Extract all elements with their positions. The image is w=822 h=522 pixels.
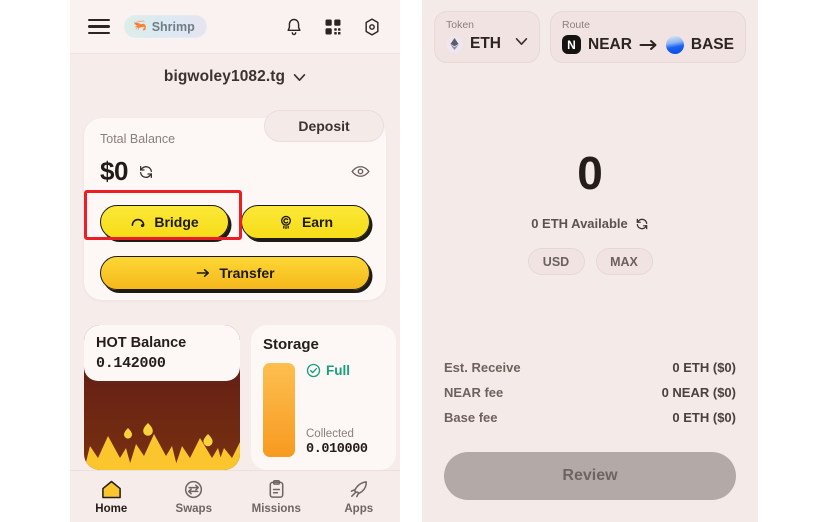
nav-label-apps: Apps	[344, 502, 374, 515]
storage-title: Storage	[263, 336, 319, 353]
nav-item-home[interactable]: Home	[70, 479, 153, 515]
usd-toggle-button[interactable]: USD	[527, 248, 585, 275]
fee-key: Est. Receive	[444, 360, 521, 375]
chevron-down-icon	[515, 37, 528, 46]
ethereum-icon	[446, 35, 463, 53]
available-balance-text: 0 ETH Available	[531, 216, 628, 231]
hot-balance-card[interactable]: HOT Balance 0.142000	[84, 325, 240, 470]
fee-value: 0 ETH ($0)	[672, 360, 736, 375]
amount-entry-zone: 0 0 ETH Available USD MAX	[422, 150, 758, 275]
coin-icon	[280, 215, 291, 230]
arrow-right-icon	[639, 39, 657, 50]
bottom-navigation: Home Swaps Missions Apps	[70, 470, 400, 522]
earn-button[interactable]: Earn	[241, 205, 370, 239]
route-selector[interactable]: Route N NEAR BASE	[550, 11, 746, 63]
review-button[interactable]: Review	[444, 452, 736, 500]
storage-details: Full Collected 0.010000	[306, 363, 384, 457]
route-from-value: NEAR	[588, 35, 632, 53]
base-icon	[665, 35, 684, 54]
storage-body: Full Collected 0.010000	[263, 363, 384, 457]
route-selector-label: Route	[562, 19, 591, 31]
rank-badge[interactable]: 🦐 Shrimp	[124, 15, 207, 38]
max-button-label: MAX	[610, 254, 638, 269]
fee-key: Base fee	[444, 410, 498, 425]
rank-badge-label: Shrimp	[151, 19, 195, 34]
bridge-arc-icon	[131, 218, 145, 228]
token-selector-label: Token	[446, 19, 475, 31]
fee-row: Est. Receive 0 ETH ($0)	[444, 355, 736, 380]
total-balance-card: Total Balance $0 Bridge Earn Transfer	[84, 118, 386, 300]
fee-summary: Est. Receive 0 ETH ($0) NEAR fee 0 NEAR …	[444, 355, 736, 430]
storage-status: Full	[306, 363, 384, 378]
wallet-home-panel: 🦐 Shrimp bigwoley1082.tg Deposit Total B…	[70, 0, 400, 522]
bridge-button-label: Bridge	[154, 214, 199, 230]
amount-toggle-row: USD MAX	[527, 248, 653, 275]
route-to-value: BASE	[690, 35, 734, 53]
bridge-panel: Token ETH Route N NEAR BASE 0 0 ETH Avai…	[422, 0, 758, 522]
fee-value: 0 NEAR ($0)	[661, 385, 736, 400]
selector-row: Token ETH Route N NEAR BASE	[422, 0, 758, 63]
max-button[interactable]: MAX	[595, 248, 653, 275]
nav-item-swaps[interactable]: Swaps	[153, 479, 236, 515]
transfer-button-label: Transfer	[219, 265, 275, 281]
account-name: bigwoley1082.tg	[163, 68, 286, 85]
chevron-down-icon	[293, 73, 306, 81]
deposit-button-label: Deposit	[298, 118, 350, 134]
fee-row: Base fee 0 ETH ($0)	[444, 405, 736, 430]
ethereum-glyph	[450, 38, 459, 50]
hot-balance-value: 0.142000	[96, 355, 166, 372]
storage-card[interactable]: Storage Full Collected 0.010000	[251, 325, 396, 470]
nav-label-home: Home	[95, 502, 128, 515]
usd-toggle-label: USD	[542, 254, 570, 269]
hamburger-icon[interactable]	[88, 18, 110, 35]
qr-code-icon[interactable]	[323, 17, 343, 37]
deposit-button[interactable]: Deposit	[264, 110, 384, 142]
rocket-icon	[350, 480, 368, 497]
nav-label-missions: Missions	[251, 502, 301, 515]
fee-value: 0 ETH ($0)	[672, 410, 736, 425]
bridge-button[interactable]: Bridge	[100, 205, 229, 239]
storage-status-label: Full	[326, 363, 350, 378]
gear-icon[interactable]	[362, 17, 382, 37]
balance-amount-row: $0	[100, 156, 370, 187]
eye-icon[interactable]	[351, 165, 370, 178]
total-balance-amount: $0	[100, 156, 128, 186]
arrow-right-icon	[196, 269, 210, 277]
primary-action-row: Bridge Earn	[100, 205, 370, 239]
fee-key: NEAR fee	[444, 385, 504, 400]
fee-row: NEAR fee 0 NEAR ($0)	[444, 380, 736, 405]
swap-icon	[185, 480, 203, 498]
check-circle-icon	[306, 363, 321, 378]
transfer-button[interactable]: Transfer	[100, 256, 370, 290]
token-selector[interactable]: Token ETH	[434, 11, 540, 63]
flames-illustration	[84, 423, 240, 470]
earn-button-label: Earn	[301, 214, 334, 230]
storage-level-bar	[263, 363, 295, 457]
collected-value: 0.010000	[306, 442, 368, 457]
available-balance-row: 0 ETH Available	[531, 216, 649, 231]
screenshot-root: 🦐 Shrimp bigwoley1082.tg Deposit Total B…	[0, 0, 822, 522]
route-selector-value-row: N NEAR BASE	[562, 35, 734, 54]
clipboard-icon	[269, 479, 284, 498]
home-icon	[101, 480, 121, 498]
collected-label: Collected	[306, 428, 354, 440]
hot-balance-title: HOT Balance	[96, 335, 187, 351]
nav-item-missions[interactable]: Missions	[235, 479, 318, 515]
shrimp-icon: 🦐	[133, 20, 147, 32]
nav-item-apps[interactable]: Apps	[318, 479, 401, 515]
amount-value[interactable]: 0	[577, 150, 603, 196]
hot-balance-header: HOT Balance 0.142000	[84, 325, 240, 381]
token-selector-value: ETH	[470, 35, 501, 52]
top-bar-icons	[284, 17, 382, 37]
refresh-icon[interactable]	[138, 164, 154, 180]
review-button-label: Review	[562, 467, 618, 484]
account-selector[interactable]: bigwoley1082.tg	[70, 54, 400, 100]
wallet-top-bar: 🦐 Shrimp	[70, 0, 400, 54]
nav-label-swaps: Swaps	[175, 502, 212, 515]
lower-card-row: HOT Balance 0.142000 Storage Full Collec…	[84, 325, 396, 470]
bell-icon[interactable]	[284, 17, 304, 37]
refresh-icon[interactable]	[635, 217, 649, 231]
near-icon: N	[562, 35, 581, 54]
